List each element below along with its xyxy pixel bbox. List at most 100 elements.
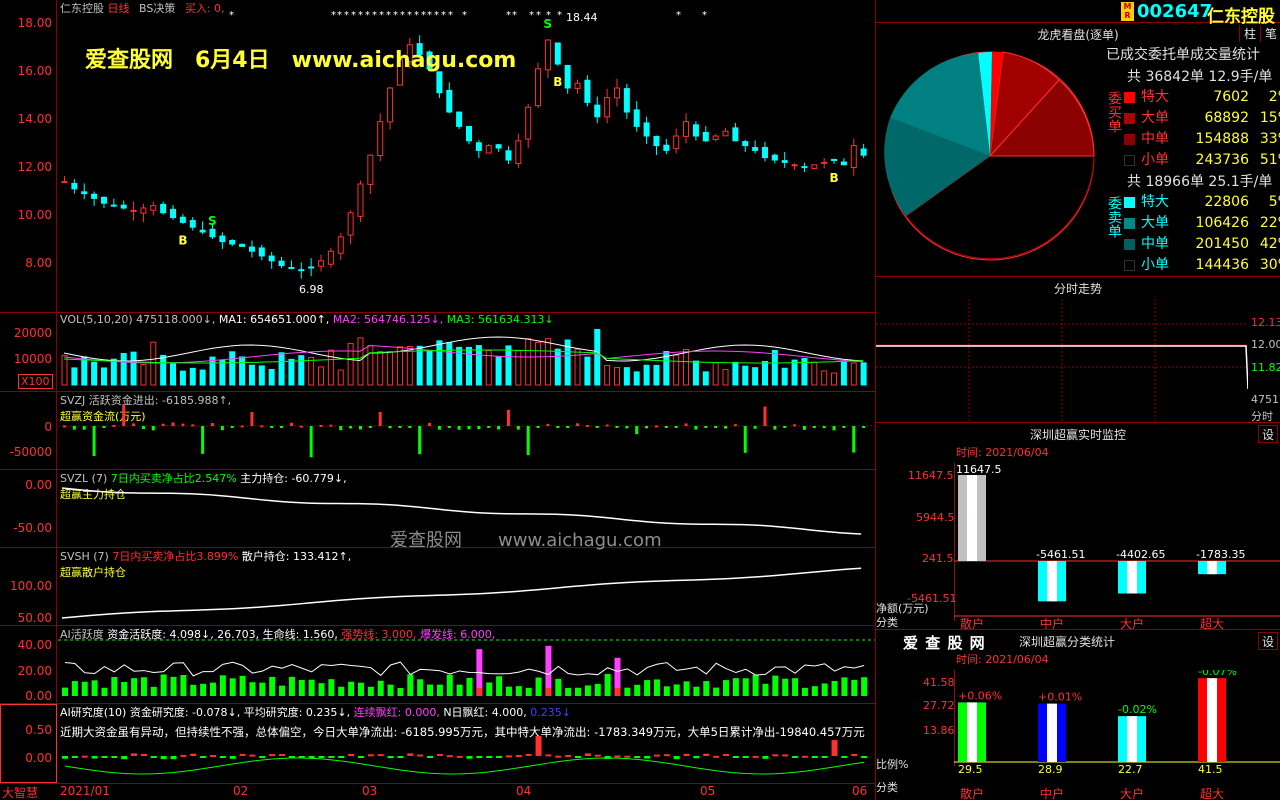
sell-side-label: 委卖单 — [1106, 196, 1122, 238]
candle — [850, 145, 857, 168]
bar-mode-button[interactable]: 柱 — [1239, 25, 1256, 42]
category-label: 大户 — [1120, 616, 1144, 629]
signal-star: * — [702, 10, 707, 21]
research-chart[interactable] — [58, 704, 875, 783]
volume-bar — [377, 351, 384, 386]
volume-bar — [150, 341, 157, 386]
candle — [170, 208, 177, 219]
candle — [327, 250, 334, 265]
flow-bar — [585, 425, 589, 428]
candle — [584, 79, 591, 103]
activity-bar — [723, 680, 730, 696]
research-bar — [318, 756, 325, 758]
volume-bar — [653, 364, 660, 386]
y-tick: 40.00 — [17, 638, 52, 652]
activity-bar — [683, 681, 690, 696]
candle — [71, 182, 78, 190]
lhb-row-vol: 68892 — [1204, 110, 1249, 126]
candle — [791, 164, 798, 167]
research-bar — [357, 756, 364, 758]
activity-bar — [259, 682, 266, 696]
volume-panel[interactable]: 20000 10000 X100 VOL(5,10,20) 475118.000… — [0, 313, 875, 392]
watermark: 爱查股网 6月4日 www.aichagu.com — [85, 48, 517, 73]
classify-panel[interactable]: 爱 查 股 网 深圳超赢分类统计 设 时间: 2021/06/04 41.58 … — [876, 630, 1280, 800]
x-tick: 03 — [362, 784, 378, 798]
flow-bar — [862, 426, 866, 428]
candle — [308, 266, 315, 269]
activity-bar — [644, 680, 651, 696]
candle — [831, 159, 838, 162]
lhb-row-name: 小单 — [1141, 152, 1169, 168]
research-bar — [446, 755, 453, 758]
category-label: 超大 — [1200, 616, 1224, 629]
flow-bar — [280, 426, 284, 429]
flow-bar — [260, 425, 264, 428]
ai-research-panel[interactable]: 0.50 0.00 AI研究度(10) 资金研究度: -0.078↓, 平均研究… — [0, 704, 875, 784]
svzj-panel[interactable]: 0 -50000 SVZJ 活跃资金进出: -6185.988↑, 超赢资金流(… — [0, 392, 875, 470]
classify-settings-button[interactable]: 设 — [1258, 632, 1278, 650]
candle — [623, 88, 630, 113]
volume-bar — [308, 356, 315, 386]
volume-bar — [258, 365, 265, 386]
signal-star: * — [386, 10, 391, 21]
volume-bar — [525, 338, 532, 386]
candle — [525, 106, 532, 140]
retail-holding-chart[interactable] — [58, 548, 875, 625]
volume-bar — [831, 372, 838, 386]
monitor-panel[interactable]: 深圳超赢实时监控 设 时间: 2021/06/04 11647.5 5944.5… — [876, 423, 1280, 630]
volume-chart[interactable] — [58, 313, 875, 391]
signal-star: * — [427, 10, 432, 21]
candle — [535, 68, 542, 107]
flow-bar — [388, 426, 392, 429]
flow-bar — [516, 426, 520, 430]
volume-bar — [327, 349, 334, 386]
classify-bar-chart[interactable]: +0.06% 29.5 散户 +0.01% 28.9 中户 -0.02% 22.7 大户 -0.0… — [954, 670, 1280, 800]
volume-bar — [535, 341, 542, 386]
activity-bar — [407, 674, 414, 696]
lhb-row-pct: 22% — [1259, 215, 1280, 231]
research-bar — [328, 756, 335, 758]
volume-bar — [268, 368, 275, 386]
fund-flow-chart[interactable] — [58, 392, 875, 469]
activity-bar — [801, 687, 808, 696]
activity-chart[interactable] — [58, 626, 875, 703]
flow-bar — [625, 426, 629, 429]
signal-star: * — [676, 10, 681, 21]
main-chart-panel[interactable]: 18.00 16.00 14.00 12.00 10.00 8.00 仁东控股 … — [0, 0, 875, 313]
candle — [485, 145, 492, 154]
monitor-settings-button[interactable]: 设 — [1258, 425, 1278, 443]
svsh-panel[interactable]: 100.00 50.00 SVSH (7) 7日内买卖净占比3.899% 散户持… — [0, 548, 875, 626]
activity-bar — [436, 684, 443, 696]
y-tick: 20.00 — [17, 664, 52, 678]
research-bar — [160, 756, 167, 760]
activity-bar — [81, 681, 88, 696]
candle — [199, 229, 206, 233]
flow-bar — [408, 426, 412, 428]
volume-bar — [613, 367, 620, 386]
legend-swatch — [1124, 217, 1135, 229]
activity-bar — [584, 685, 591, 696]
flow-bar — [378, 411, 382, 426]
intraday-chart[interactable] — [876, 299, 1248, 422]
lhb-row-name: 大单 — [1141, 110, 1169, 126]
category-label: 散户 — [960, 786, 984, 800]
research-bar — [614, 755, 621, 758]
lhb-row-vol: 106426 — [1195, 215, 1249, 231]
y-tick: 8.00 — [25, 256, 52, 270]
volume-bar — [110, 358, 117, 386]
candle — [456, 111, 463, 127]
volume-bar — [840, 361, 847, 386]
research-line — [64, 757, 865, 775]
research-bar — [476, 756, 483, 758]
monitor-bar-chart[interactable]: 11647.5 散户 -5461.51 中户 -4402.65 大户 -1783.35 超大 — [954, 463, 1280, 629]
tick-mode-button[interactable]: 笔 — [1260, 25, 1277, 42]
research-bar — [673, 756, 680, 760]
ai-active-panel[interactable]: 40.00 20.00 0.00 AI活跃度 资金活跃度: 4.098↓, 26… — [0, 626, 875, 704]
volume-bar — [752, 367, 759, 386]
activity-bar — [505, 686, 512, 696]
intraday-panel[interactable]: 分时走势 12.13 12.00 11.82 47511 分时 — [876, 277, 1280, 423]
y-tick: -50.00 — [13, 521, 52, 535]
research-bar — [792, 756, 799, 758]
low-price-label: 6.98 — [299, 283, 324, 296]
legend-swatch — [1124, 91, 1135, 103]
